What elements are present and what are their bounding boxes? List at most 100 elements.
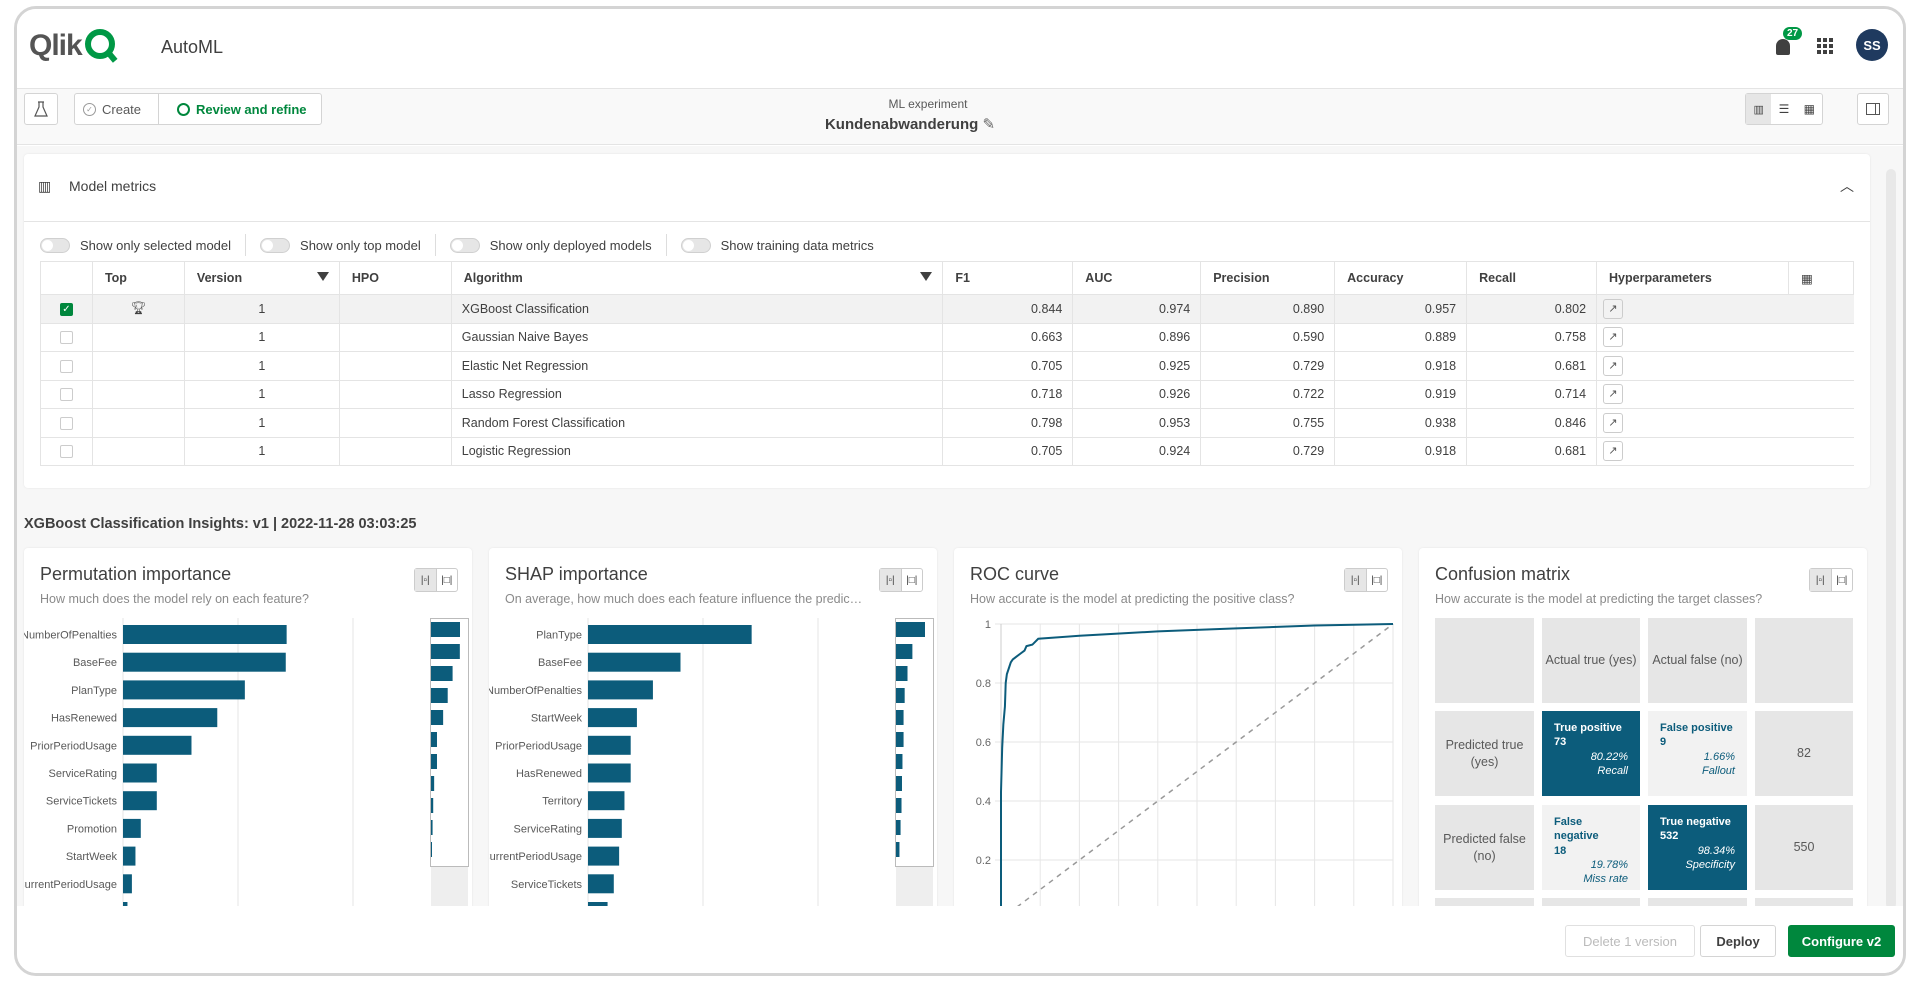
y-tick-label: 0.2 <box>976 855 991 867</box>
row-checkbox[interactable] <box>40 436 93 466</box>
expand-view-icon[interactable]: |□| <box>1832 569 1853 591</box>
row-checkbox[interactable] <box>40 351 93 381</box>
col-recall[interactable]: Recall <box>1466 261 1598 295</box>
column-settings-icon[interactable]: ▦ <box>1787 261 1855 295</box>
col-accuracy[interactable]: Accuracy <box>1334 261 1468 295</box>
filter-icon[interactable] <box>920 272 933 281</box>
expand-view-icon[interactable]: |□| <box>902 569 923 591</box>
open-external-icon[interactable]: ↗ <box>1603 298 1624 319</box>
bar-label: BaseFee <box>538 657 582 669</box>
expand-view-icon[interactable]: |□| <box>1367 569 1388 591</box>
col-select <box>40 261 93 295</box>
compact-view-icon[interactable]: |▫| <box>1345 569 1367 591</box>
qlik-logo[interactable]: Qlik <box>29 29 115 63</box>
table-row[interactable]: ✓ 🏆︎ 1 XGBoost Classification 0.844 0.97… <box>40 294 1854 324</box>
table-row[interactable]: 1 Gaussian Naive Bayes 0.663 0.896 0.590… <box>40 322 1854 352</box>
accuracy-cell: 0.918 <box>1334 436 1467 466</box>
toggle-deployed-models[interactable]: Show only deployed models <box>449 234 667 256</box>
algorithm-cell: Gaussian Naive Bayes <box>450 322 943 352</box>
scrollbar[interactable] <box>1886 169 1896 909</box>
accuracy-cell: 0.938 <box>1334 408 1467 438</box>
toggle-selected-model[interactable]: Show only selected model <box>40 234 247 256</box>
open-external-icon[interactable]: ↗ <box>1603 384 1624 405</box>
precision-cell: 0.755 <box>1200 408 1335 438</box>
table-row[interactable]: 1 Elastic Net Regression 0.705 0.925 0.7… <box>40 351 1854 381</box>
toggle-top-model[interactable]: Show only top model <box>260 234 436 256</box>
delete-version-button[interactable]: Delete 1 version <box>1565 925 1695 957</box>
row-checkbox[interactable] <box>40 322 93 352</box>
auc-cell: 0.953 <box>1072 408 1201 438</box>
col-version[interactable]: Version <box>183 261 340 295</box>
filter-icon[interactable] <box>316 272 329 281</box>
compact-view-icon[interactable]: |▫| <box>880 569 902 591</box>
compact-view-icon[interactable]: |▫| <box>415 569 437 591</box>
version-cell: 1 <box>183 408 340 438</box>
top-cell <box>91 379 185 409</box>
main-content: ▥ Model metrics ︿ Show only selected mod… <box>17 146 1903 928</box>
col-algorithm[interactable]: Algorithm <box>450 261 944 295</box>
table-view-icon[interactable]: ▦ <box>1797 94 1822 124</box>
configure-button[interactable]: Configure v2 <box>1788 925 1895 957</box>
bar-label: PlanType <box>536 630 582 642</box>
overview-bar <box>896 710 904 725</box>
open-external-icon[interactable]: ↗ <box>1603 355 1624 376</box>
overview-bar <box>431 820 433 835</box>
table-row[interactable]: 1 Lasso Regression 0.718 0.926 0.722 0.9… <box>40 379 1854 409</box>
overview-bar <box>431 622 460 637</box>
table-header: Top Version HPO Algorithm F1 AUC Precisi… <box>40 261 1855 295</box>
col-auc[interactable]: AUC <box>1072 261 1202 295</box>
avatar[interactable]: SS <box>1856 29 1888 61</box>
bar-label: PlanType <box>71 685 117 697</box>
app-name: AutoML <box>161 37 224 57</box>
open-external-icon[interactable]: ↗ <box>1603 327 1624 348</box>
col-precision[interactable]: Precision <box>1200 261 1336 295</box>
metrics-view-icon[interactable]: ▥ <box>1746 94 1772 124</box>
chart-title: SHAP importance <box>505 564 648 584</box>
hpo-cell <box>338 408 452 438</box>
model-metrics-header[interactable]: ▥ Model metrics ︿ <box>24 154 1870 222</box>
top-cell <box>91 436 185 466</box>
overview-bar <box>896 842 900 857</box>
row-checkbox[interactable] <box>40 408 93 438</box>
apps-grid-icon[interactable] <box>1817 38 1833 54</box>
recall-cell: 0.681 <box>1466 436 1597 466</box>
trophy-icon: 🏆︎ <box>130 301 147 316</box>
col-top[interactable]: Top <box>91 261 185 295</box>
precision-cell: 0.590 <box>1200 322 1335 352</box>
bar-label: ServiceTickets <box>46 796 118 808</box>
table-row[interactable]: 1 Logistic Regression 0.705 0.924 0.729 … <box>40 436 1854 466</box>
col-hyperparameters[interactable]: Hyperparameters <box>1596 261 1789 295</box>
bar <box>123 735 192 755</box>
chart-subtitle: How much does the model rely on each fea… <box>40 592 309 606</box>
row-checkbox[interactable] <box>40 379 93 409</box>
chevron-up-icon[interactable]: ︿ <box>1840 176 1854 196</box>
open-external-icon[interactable]: ↗ <box>1603 441 1624 462</box>
expand-view-icon[interactable]: |□| <box>437 569 458 591</box>
row-checkbox[interactable]: ✓ <box>40 294 93 324</box>
bar-label: NumberOfPenalties <box>24 630 117 642</box>
col-hpo[interactable]: HPO <box>338 261 452 295</box>
hpo-cell <box>338 294 452 324</box>
list-view-icon[interactable]: ☰ <box>1771 94 1796 124</box>
open-external-icon[interactable]: ↗ <box>1603 412 1624 433</box>
toggle-training-metrics[interactable]: Show training data metrics <box>680 234 888 256</box>
cm-row-header: Predicted false (no) <box>1435 805 1534 890</box>
hpo-cell <box>338 322 452 352</box>
col-f1[interactable]: F1 <box>942 261 1074 295</box>
overview-bar <box>431 842 432 857</box>
deploy-button[interactable]: Deploy <box>1700 925 1776 957</box>
compact-view-icon[interactable]: |▫| <box>1810 569 1832 591</box>
y-tick-label: 1 <box>985 619 991 631</box>
table-row[interactable]: 1 Random Forest Classification 0.798 0.9… <box>40 408 1854 438</box>
hpo-cell <box>338 379 452 409</box>
panel-toggle-icon[interactable] <box>1857 93 1889 125</box>
pencil-icon[interactable]: ✎ <box>982 116 995 133</box>
overview-bar <box>896 754 903 769</box>
bar-label: NumberOfPenalties <box>489 685 582 697</box>
bar-label: StartWeek <box>531 713 583 725</box>
bell-icon[interactable] <box>1776 39 1790 55</box>
cm-false-positive: False positive 9 1.66% Fallout <box>1648 711 1747 796</box>
algorithm-cell: XGBoost Classification <box>450 294 943 324</box>
auc-cell: 0.974 <box>1072 294 1201 324</box>
model-metrics-card: ▥ Model metrics ︿ Show only selected mod… <box>24 154 1870 488</box>
